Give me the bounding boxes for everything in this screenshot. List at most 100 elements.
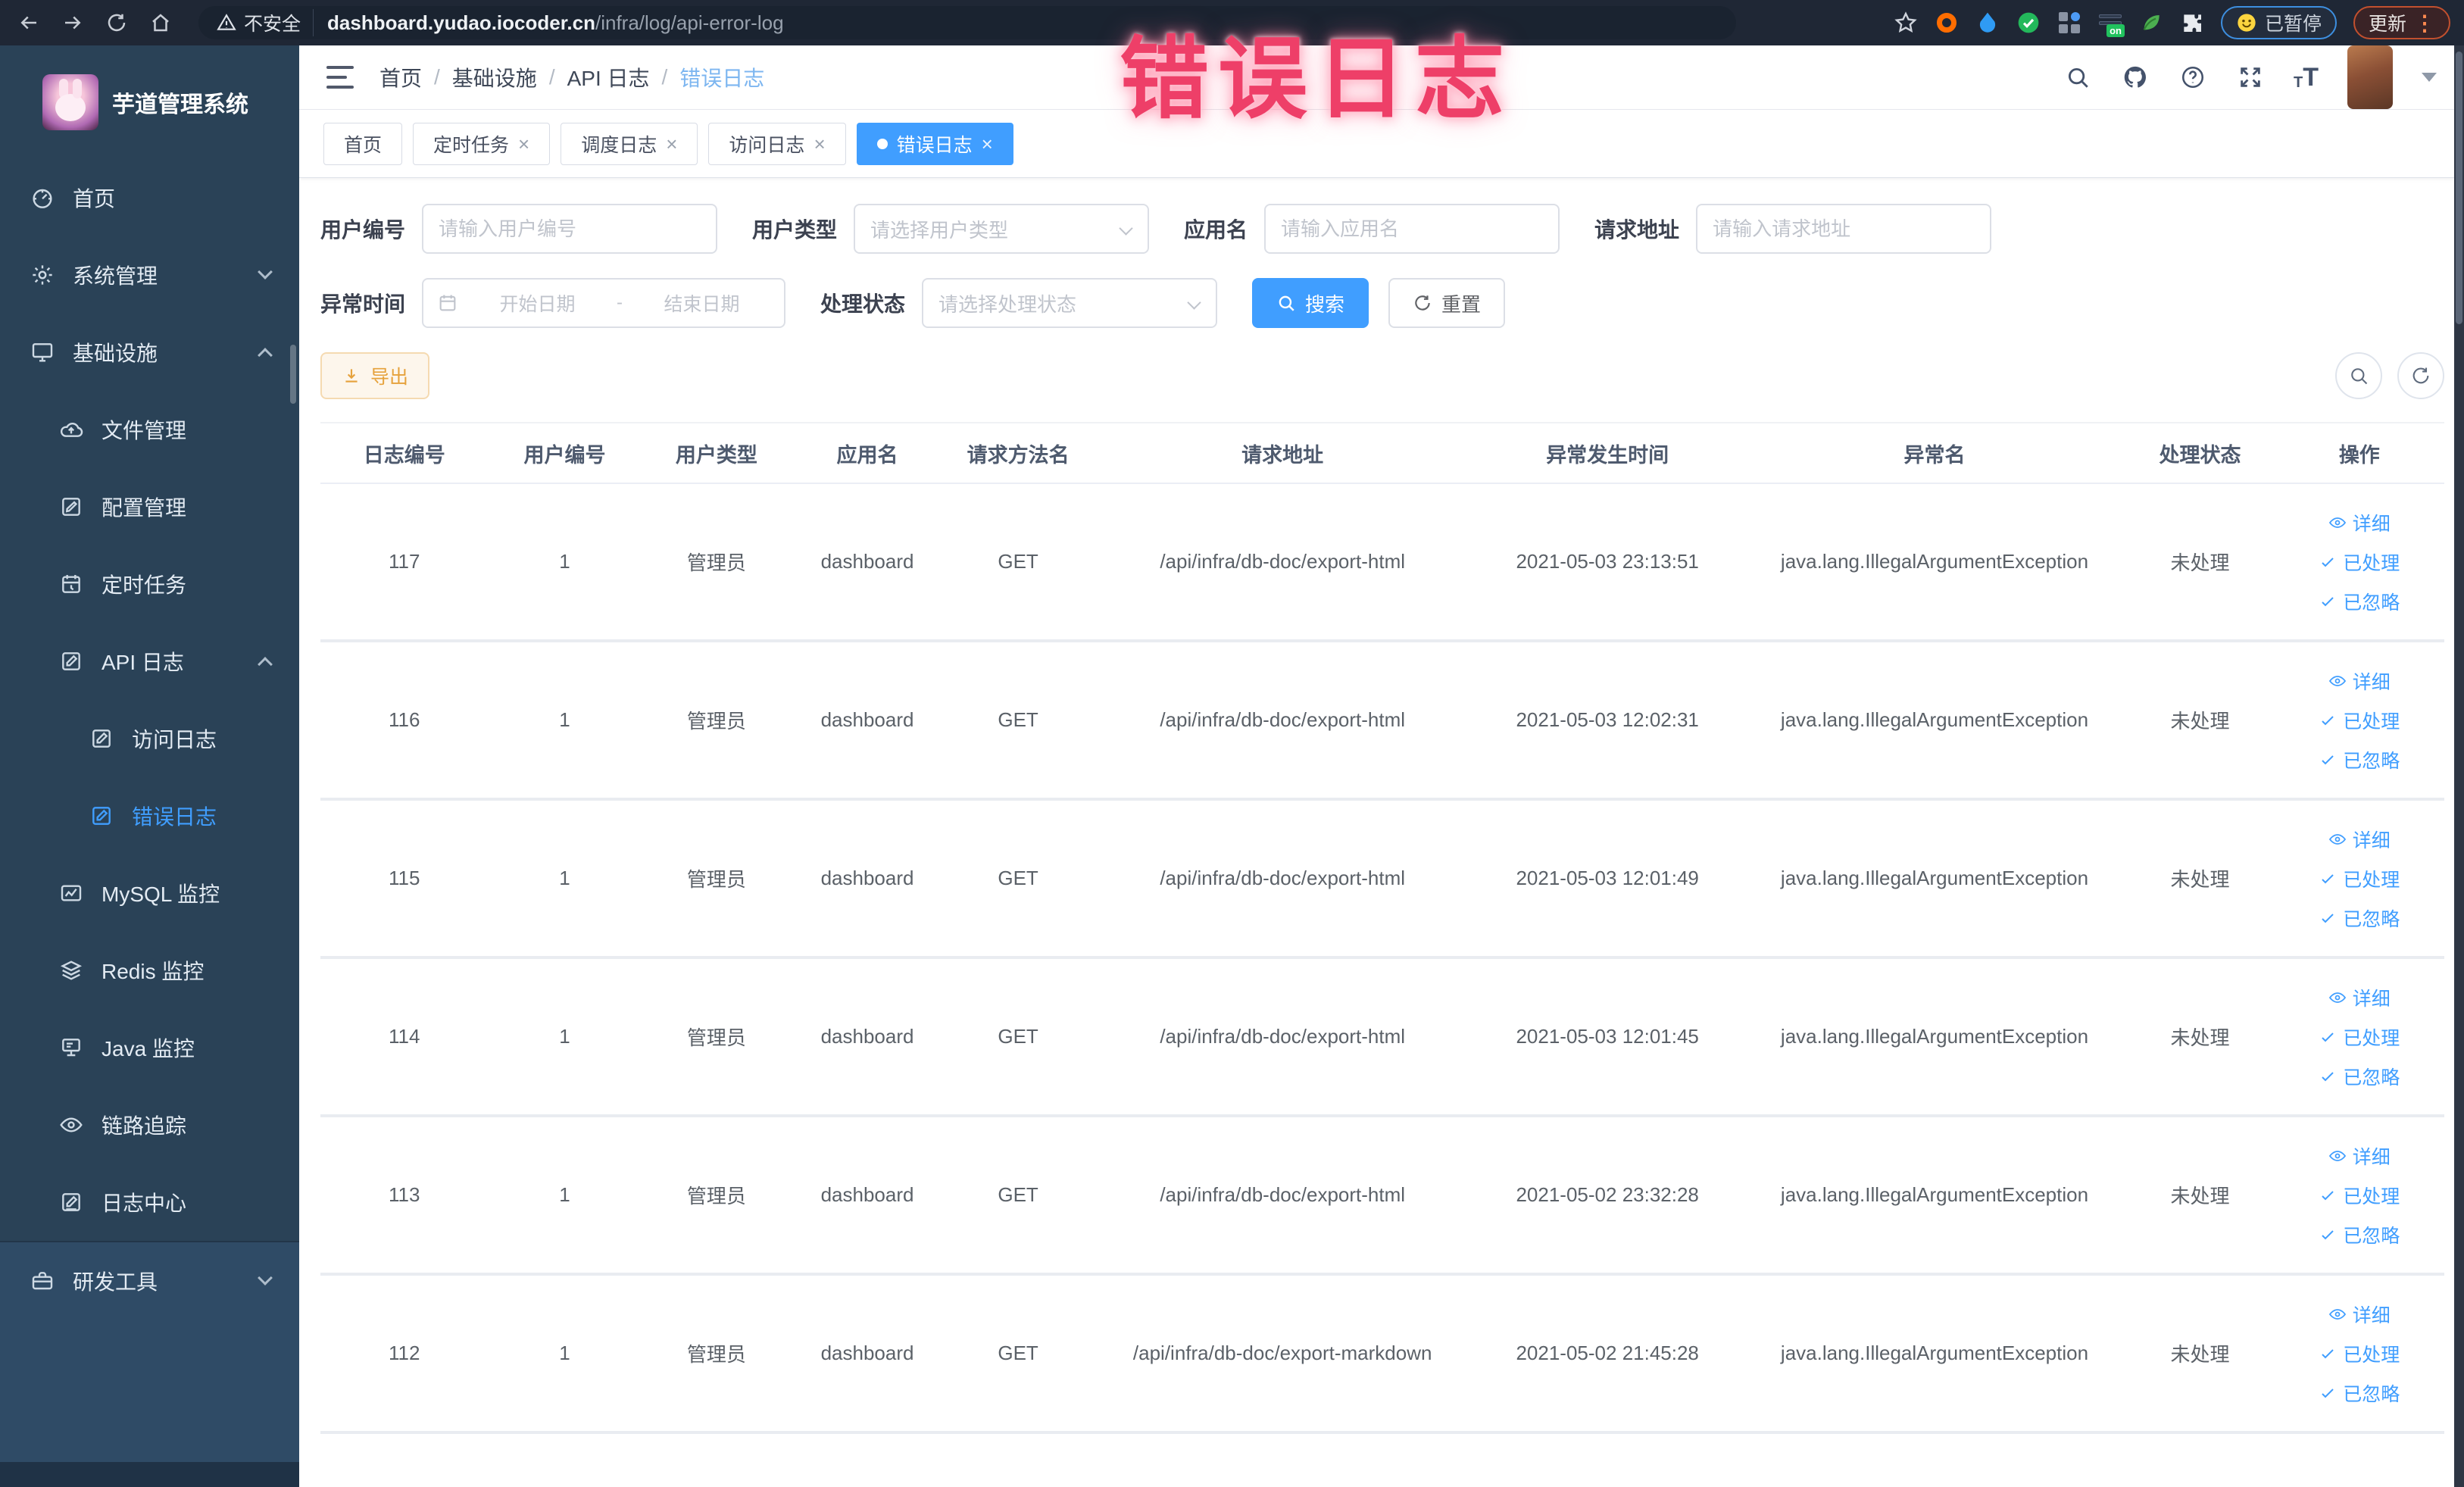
user-type-select[interactable]: 请选择用户类型 (854, 204, 1150, 254)
mark-processed-link[interactable]: 已处理 (2319, 1023, 2400, 1051)
page-scrollbar[interactable] (2454, 45, 2464, 1487)
mark-processed-link[interactable]: 已处理 (2319, 707, 2400, 734)
chart-icon (59, 881, 83, 905)
detail-link[interactable]: 详细 (2328, 984, 2391, 1011)
profile-paused-badge[interactable]: 已暂停 (2220, 6, 2337, 39)
sidebar-item-tracing[interactable]: 链路追踪 (0, 1086, 299, 1164)
mark-ignored-link[interactable]: 已忽略 (2319, 1379, 2400, 1407)
close-icon[interactable]: × (666, 134, 677, 154)
extension-leaf-icon[interactable] (2139, 11, 2163, 35)
sidebar: 芋道管理系统 首页 系统管理 基础设施 文件管理 配置管理 定时任务 API 日… (0, 45, 299, 1487)
sidebar-item-log-center[interactable]: 日志中心 (0, 1164, 299, 1241)
tab-access-log[interactable]: 访问日志 × (708, 122, 846, 165)
mark-ignored-link[interactable]: 已忽略 (2319, 588, 2400, 615)
date-range-picker[interactable]: 开始日期 - 结束日期 (422, 278, 786, 328)
fullscreen-icon[interactable] (2236, 63, 2265, 92)
extension-tampermonkey-icon[interactable]: on (2098, 11, 2125, 37)
mark-processed-link[interactable]: 已处理 (2319, 865, 2400, 892)
detail-link[interactable]: 详细 (2328, 509, 2391, 536)
breadcrumb-item[interactable]: 基础设施 (452, 62, 537, 92)
sidebar-devtools-section: 研发工具 (0, 1241, 299, 1462)
export-button-label: 导出 (370, 367, 409, 388)
sidebar-item-java-monitor[interactable]: Java 监控 (0, 1009, 299, 1086)
document-edit-icon (89, 804, 114, 828)
mark-processed-link[interactable]: 已处理 (2319, 548, 2400, 576)
close-icon[interactable]: × (814, 134, 825, 154)
detail-link[interactable]: 详细 (2328, 667, 2391, 695)
close-icon[interactable]: × (518, 134, 529, 154)
sidebar-item-config-mgmt[interactable]: 配置管理 (0, 468, 299, 545)
chrome-menu-icon[interactable]: ⋮ (2414, 11, 2435, 36)
breadcrumb-item[interactable]: API 日志 (567, 62, 650, 92)
mark-ignored-link[interactable]: 已忽略 (2319, 1063, 2400, 1090)
tab-cron-jobs[interactable]: 定时任务 × (413, 122, 551, 165)
sidebar-item-api-log[interactable]: API 日志 (0, 623, 299, 700)
mark-ignored-link[interactable]: 已忽略 (2319, 904, 2400, 932)
request-url-input[interactable] (1696, 204, 1992, 254)
col-header: 处理状态 (2159, 443, 2241, 467)
sidebar-item-redis-monitor[interactable]: Redis 监控 (0, 932, 299, 1009)
extensions-puzzle-icon[interactable] (2180, 11, 2204, 35)
breadcrumb-item[interactable]: 首页 (379, 62, 422, 92)
screen: 不安全 dashboard.yudao.iocoder.cn/infra/log… (0, 0, 2464, 1487)
sidebar-scrollbar[interactable] (290, 345, 296, 404)
sidebar-item-mysql-monitor[interactable]: MySQL 监控 (0, 854, 299, 932)
search-icon[interactable] (2063, 63, 2092, 92)
sidebar-item-cron-jobs[interactable]: 定时任务 (0, 545, 299, 623)
process-status-select[interactable]: 请选择处理状态 (922, 278, 1218, 328)
app-name-input[interactable] (1264, 204, 1560, 254)
sidebar-item-error-log[interactable]: 错误日志 (0, 777, 299, 854)
tab-schedule-log[interactable]: 调度日志 × (561, 122, 698, 165)
home-icon[interactable] (145, 8, 176, 38)
mark-processed-link[interactable]: 已处理 (2319, 1340, 2400, 1367)
security-warning[interactable]: 不安全 (217, 9, 314, 36)
sidebar-item-home[interactable]: 首页 (0, 159, 299, 236)
sidebar-item-access-log[interactable]: 访问日志 (0, 700, 299, 777)
cell-log-id: 117 (389, 550, 420, 573)
mark-processed-link[interactable]: 已处理 (2319, 1182, 2400, 1209)
help-icon[interactable] (2178, 63, 2207, 92)
font-size-icon[interactable]: TT (2294, 64, 2319, 90)
extension-green-icon[interactable] (2016, 11, 2041, 35)
tab-home[interactable]: 首页 (323, 122, 403, 165)
table-header-row: 日志编号 用户编号 用户类型 应用名 请求方法名 请求地址 异常发生时间 异常名… (320, 423, 2444, 484)
github-icon[interactable] (2121, 63, 2150, 92)
sidebar-item-dev-tools[interactable]: 研发工具 (0, 1242, 299, 1320)
briefcase-icon (30, 1269, 55, 1293)
mark-ignored-link[interactable]: 已忽略 (2319, 1221, 2400, 1248)
mark-ignored-link[interactable]: 已忽略 (2319, 746, 2400, 773)
cell-user-id: 1 (559, 1183, 570, 1206)
extension-adblock-icon[interactable] (1935, 11, 1959, 35)
search-button[interactable]: 搜索 (1252, 278, 1369, 328)
toggle-search-button[interactable] (2335, 352, 2382, 399)
sidebar-item-file-mgmt[interactable]: 文件管理 (0, 391, 299, 468)
sidebar-item-label: 研发工具 (73, 1270, 158, 1294)
extension-grid-icon[interactable] (2057, 11, 2081, 35)
detail-link[interactable]: 详细 (2328, 826, 2391, 853)
action-label: 已处理 (2343, 869, 2400, 891)
back-icon[interactable] (14, 8, 44, 38)
range-separator: - (617, 292, 623, 313)
user-id-input[interactable] (422, 204, 718, 254)
reset-button[interactable]: 重置 (1388, 278, 1506, 328)
detail-link[interactable]: 详细 (2328, 1142, 2391, 1170)
forward-icon[interactable] (58, 8, 88, 38)
close-icon[interactable]: × (982, 134, 993, 154)
cell-actions: 详细 已处理 已忽略 (2275, 826, 2444, 932)
chrome-toolbar-right: on 已暂停 更新 ⋮ (1894, 6, 2450, 39)
export-button[interactable]: 导出 (320, 352, 430, 399)
app-logo-row[interactable]: 芋道管理系统 (0, 45, 299, 159)
bookmark-star-icon[interactable] (1894, 11, 1918, 35)
tab-error-log[interactable]: 错误日志 × (856, 122, 1013, 165)
sidebar-item-infrastructure[interactable]: 基础设施 (0, 314, 299, 391)
collapse-sidebar-icon[interactable] (326, 66, 354, 89)
scrollbar-thumb[interactable] (2456, 52, 2462, 324)
detail-link[interactable]: 详细 (2328, 1301, 2391, 1328)
reload-icon[interactable] (101, 8, 132, 38)
user-menu-caret-icon[interactable] (2422, 73, 2437, 82)
extension-drop-icon[interactable] (1975, 11, 2000, 35)
refresh-table-button[interactable] (2397, 352, 2444, 399)
update-button[interactable]: 更新 ⋮ (2353, 6, 2450, 39)
sidebar-item-system-mgmt[interactable]: 系统管理 (0, 236, 299, 314)
avatar[interactable] (2347, 45, 2393, 109)
